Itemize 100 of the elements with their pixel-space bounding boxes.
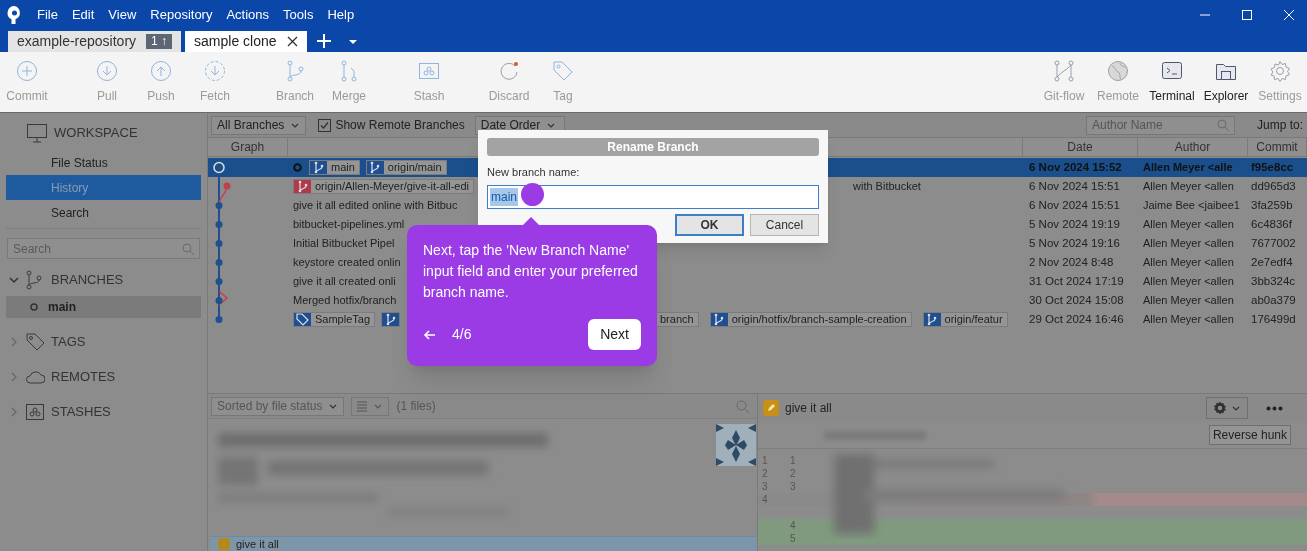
author-cell-text: Jaime Bee <jaibee1 [1142, 198, 1241, 214]
dropdown[interactable]: All Branches [211, 115, 307, 135]
file-row[interactable]: give it all [210, 536, 757, 551]
date-cell-text: 6 Nov 2024 15:51 [1028, 197, 1121, 213]
date-cell-text: 5 Nov 2024 19:16 [1028, 235, 1121, 251]
branch-label: branch [659, 313, 695, 326]
commit-hash-cell-text: 2e7edf4 [1250, 254, 1294, 270]
tab[interactable]: sample clone [185, 31, 307, 52]
back-arrow-icon[interactable] [423, 328, 436, 341]
sidebar-item[interactable]: History [6, 175, 201, 200]
step-counter: 4/6 [452, 325, 472, 344]
branch-icon [25, 270, 45, 290]
menu-item[interactable]: View [108, 5, 137, 25]
commit-message: with Bitbucket [853, 179, 921, 195]
author-cell-text: Allen Meyer <allen [1142, 179, 1235, 195]
column-header[interactable]: Commit [1248, 138, 1307, 156]
column-header[interactable]: Author [1138, 138, 1248, 156]
pencil-file-icon [763, 400, 779, 416]
section-header[interactable]: TAGS [51, 332, 86, 352]
terminal-icon [1161, 59, 1183, 82]
date-cell-text: 30 Oct 2024 15:08 [1028, 292, 1125, 308]
dropdown[interactable]: Sorted by file status [211, 396, 345, 416]
monitor-icon [26, 123, 48, 143]
plus-circle-icon [16, 59, 38, 82]
commit-dot [215, 259, 223, 266]
branch-name-field[interactable]: main [487, 184, 819, 209]
menu-item[interactable]: Repository [150, 5, 213, 25]
jump-to-label: Jump to: [1257, 117, 1305, 134]
dropdown-arrow-icon[interactable] [348, 40, 357, 44]
dialog-button[interactable]: Cancel [750, 213, 819, 236]
menu-item[interactable]: Actions [226, 5, 270, 25]
date-cell-text: 29 Oct 2024 16:46 [1028, 311, 1125, 327]
tour-text: Next, tap the 'New Branch Name' input field and enter your preferred branch name. [423, 241, 639, 302]
next-button[interactable]: Next [588, 319, 641, 350]
settings-dropdown[interactable] [1206, 397, 1248, 419]
sidebar-item[interactable]: File Status [6, 150, 201, 175]
commit-message: give it all created onli [293, 274, 396, 290]
stash-box-icon [25, 402, 45, 422]
plus-icon[interactable] [316, 34, 331, 48]
toolbar-button[interactable]: Terminal [1145, 59, 1199, 105]
section-header[interactable]: REMOTES [51, 367, 116, 387]
commit-hash-cell-text: ab0a379 [1250, 292, 1297, 308]
commit-hash-cell-text: 7677002 [1250, 235, 1297, 251]
current-branch-icon [30, 303, 38, 311]
maximize-icon[interactable] [1241, 9, 1253, 21]
menu-item[interactable]: Edit [71, 5, 95, 25]
section-header: WORKSPACE [54, 124, 138, 143]
branch-item[interactable]: main [6, 296, 201, 318]
line-number: 4 [789, 519, 797, 532]
merge-icon [338, 59, 360, 82]
commit-dot [215, 221, 223, 228]
commit-message: keystore created onlin [293, 255, 401, 271]
tab[interactable]: example-repository 1 ↑ [8, 31, 182, 52]
search-icon [182, 242, 194, 255]
branch-icon [284, 59, 306, 82]
date-cell-text: 5 Nov 2024 19:19 [1028, 216, 1121, 232]
commit-hash-cell-text: 176499d [1250, 311, 1297, 327]
head-commit-dot [213, 161, 225, 174]
line-number: 5 [789, 532, 797, 545]
commit-dot [215, 202, 223, 209]
menu-item[interactable]: Help [327, 5, 355, 25]
menu-item[interactable]: File [37, 5, 58, 25]
commit-message: bitbucket-pipelines.yml [293, 217, 405, 233]
branch-label: origin/featur [943, 313, 1004, 326]
author-cell-text: Allen Meyer <allen [1142, 255, 1235, 271]
column-header[interactable]: Graph [208, 138, 288, 156]
reverse-hunk-button[interactable]: Reverse hunk [1208, 425, 1291, 445]
settings-icon [1269, 59, 1291, 82]
section-header[interactable]: STASHES [51, 402, 111, 422]
author-cell-text: Allen Meyer <allen [1142, 293, 1235, 309]
toolbar-button[interactable]: Explorer [1199, 59, 1253, 105]
git-flow-icon [1053, 59, 1075, 82]
field-label: New branch name: [487, 165, 581, 180]
close-icon[interactable] [286, 36, 298, 47]
commit-dot [215, 278, 223, 285]
column-header[interactable]: Date [1023, 138, 1138, 156]
file-name: give it all [785, 400, 832, 417]
dialog-title: Rename Branch [487, 138, 819, 156]
dialog-button[interactable]: OK [675, 213, 744, 236]
sidebar-item[interactable]: Search [6, 200, 201, 225]
more-icon[interactable] [1266, 405, 1283, 411]
author-cell-text: Allen Meyer <allen [1142, 274, 1235, 290]
menu-item[interactable]: Tools [283, 5, 314, 25]
branch-label: origin/Allen-Meyer/give-it-all-edi [314, 180, 471, 193]
modified-file-icon [218, 538, 230, 550]
checkbox[interactable] [318, 118, 332, 132]
author-search-input[interactable]: Author Name [1092, 116, 1217, 134]
globe-icon [1107, 59, 1129, 82]
branch-label: origin/main [386, 161, 443, 174]
commit-dot [215, 316, 223, 323]
commit-hash-cell-text: dd965d3 [1250, 178, 1297, 194]
chevron-down-icon[interactable] [9, 275, 19, 285]
checkbox-label: Show Remote Branches [335, 117, 465, 134]
author-cell-text: Allen Meyer <alle [1142, 160, 1234, 176]
commit-message: give it all edited online with Bitbuc [293, 198, 458, 214]
commit-hash-cell-text: 3fa259b [1250, 197, 1294, 213]
up-arrow-circle-icon [150, 59, 172, 82]
author-search-field[interactable]: Author Name [1086, 115, 1235, 135]
section-header[interactable]: BRANCHES [51, 270, 124, 290]
author-cell-text: Allen Meyer <allen [1142, 236, 1235, 252]
